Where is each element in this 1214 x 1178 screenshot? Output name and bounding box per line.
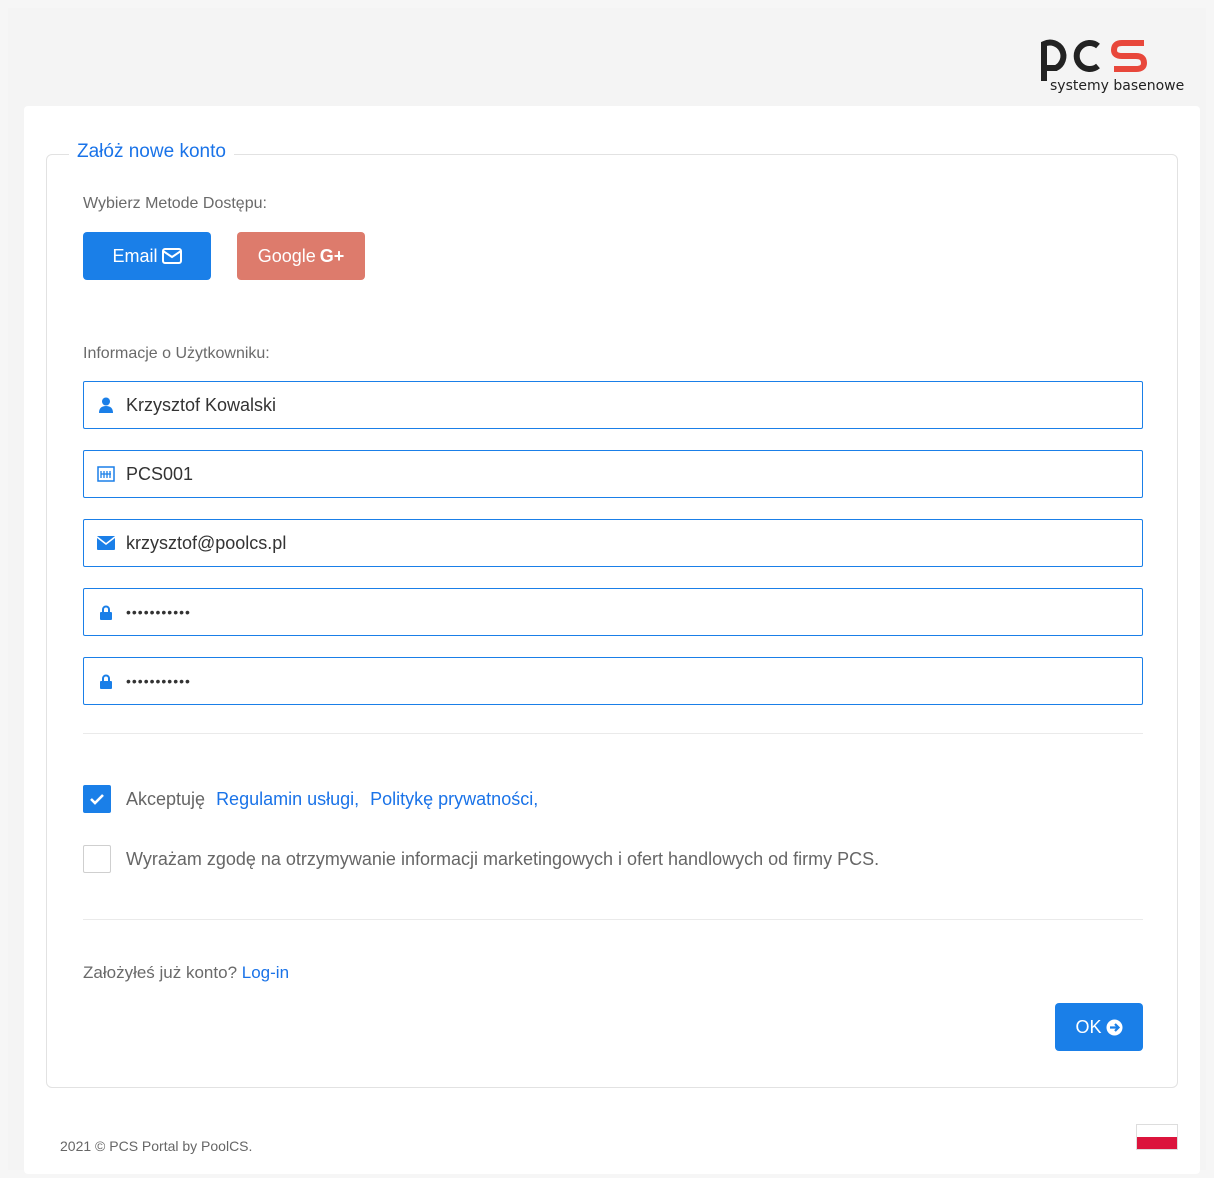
ok-button-label: OK bbox=[1075, 1016, 1102, 1037]
accept-terms-checkbox[interactable] bbox=[83, 785, 111, 813]
email-method-button[interactable]: Email bbox=[83, 232, 211, 280]
privacy-link[interactable]: Politykę prywatności, bbox=[370, 789, 538, 810]
page: systemy basenowe Załóż nowe konto Wybier… bbox=[8, 8, 1206, 1174]
accept-prefix: Akceptuję bbox=[126, 788, 206, 809]
ok-button[interactable]: OK bbox=[1055, 1003, 1143, 1051]
pcs-logo: systemy basenowe bbox=[1036, 26, 1186, 98]
divider bbox=[83, 733, 1143, 734]
id-card-icon bbox=[86, 466, 126, 482]
google-button-label: Google bbox=[257, 245, 316, 266]
code-input[interactable] bbox=[126, 463, 1106, 485]
lock-icon bbox=[86, 674, 126, 689]
footer-copyright: 2021 © PCS Portal by PoolCS. bbox=[60, 1138, 253, 1154]
marketing-consent-checkbox[interactable] bbox=[83, 845, 111, 873]
email-input[interactable] bbox=[126, 532, 1106, 554]
panel-title: Załóż nowe konto bbox=[69, 141, 234, 163]
name-input[interactable] bbox=[126, 394, 1106, 416]
password-confirm-input[interactable] bbox=[126, 673, 1106, 689]
marketing-consent-row: Wyrażam zgodę na otrzymywanie informacji… bbox=[83, 845, 879, 873]
password-field[interactable] bbox=[83, 588, 1143, 636]
login-link[interactable]: Log-in bbox=[242, 963, 289, 982]
password-confirm-field[interactable] bbox=[83, 657, 1143, 705]
register-panel: Załóż nowe konto Wybierz Metode Dostępu:… bbox=[46, 141, 1178, 1088]
pcs-logo-mark bbox=[1041, 39, 1148, 81]
code-field[interactable] bbox=[83, 450, 1143, 498]
envelope-icon bbox=[86, 536, 126, 550]
email-button-label: Email bbox=[112, 245, 158, 266]
check-icon bbox=[90, 794, 104, 805]
envelope-icon bbox=[161, 248, 182, 264]
access-method-label: Wybierz Metode Dostępu: bbox=[83, 195, 267, 212]
lock-icon bbox=[86, 605, 126, 620]
language-flag-pl[interactable] bbox=[1136, 1124, 1178, 1150]
user-icon bbox=[86, 397, 126, 413]
email-field[interactable] bbox=[83, 519, 1143, 567]
marketing-consent-label: Wyrażam zgodę na otrzymywanie informacji… bbox=[126, 848, 880, 869]
logo-subtitle: systemy basenowe bbox=[1050, 78, 1185, 94]
arrow-circle-right-icon bbox=[1106, 1019, 1122, 1035]
accept-terms-row: Akceptuję Regulamin usługi, Politykę pry… bbox=[83, 785, 538, 813]
terms-link[interactable]: Regulamin usługi, bbox=[216, 789, 359, 810]
password-input[interactable] bbox=[126, 604, 1106, 620]
login-prompt: Założyłeś już konto? bbox=[83, 963, 238, 982]
google-method-button[interactable]: Google G+ bbox=[237, 232, 365, 280]
user-info-label: Informacje o Użytkowniku: bbox=[83, 345, 270, 362]
name-field[interactable] bbox=[83, 381, 1143, 429]
google-plus-icon: G+ bbox=[319, 245, 345, 266]
login-prompt-row: Założyłeś już konto? Log-in bbox=[83, 963, 289, 983]
divider bbox=[83, 919, 1143, 920]
register-card: Załóż nowe konto Wybierz Metode Dostępu:… bbox=[24, 106, 1200, 1174]
